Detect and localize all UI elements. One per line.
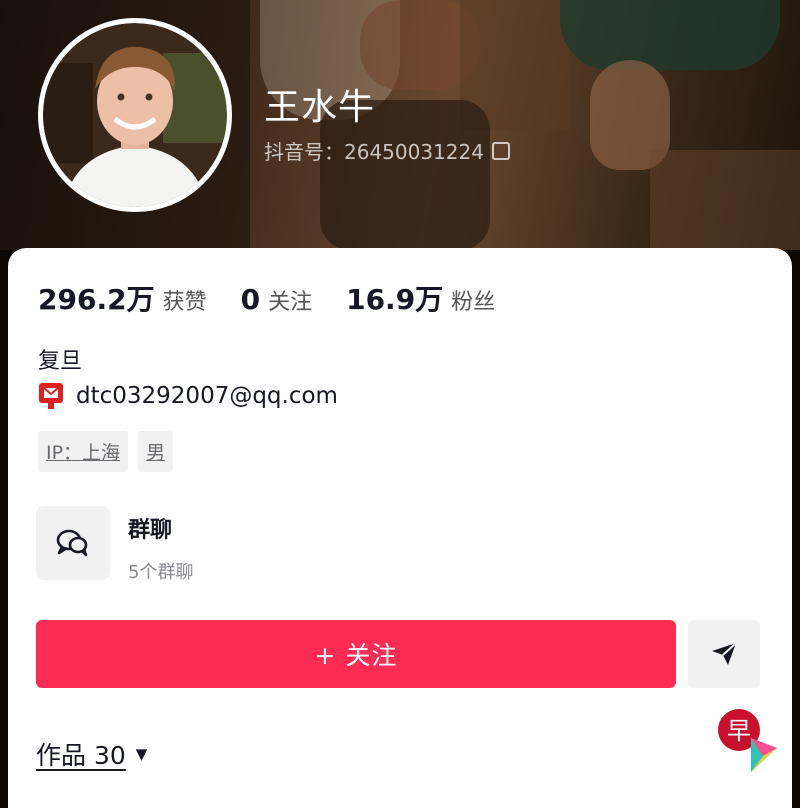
chat-bubbles-icon xyxy=(36,506,110,580)
stat-following[interactable]: 0 关注 xyxy=(241,283,313,316)
profile-tags: IP：上海 男 xyxy=(38,431,183,472)
follow-button[interactable]: + 关注 xyxy=(36,620,676,688)
stat-following-value: 0 xyxy=(240,283,261,316)
douyin-id[interactable]: 抖音号：26450031224 xyxy=(264,136,510,165)
profile-card: 296.2万 获赞 0 关注 16.9万 粉丝 复旦 dtc03292007@q… xyxy=(8,248,792,808)
tab-works[interactable]: 作品 30 ▼ xyxy=(36,736,147,772)
tag-ip-location[interactable]: IP：上海 xyxy=(38,431,129,472)
stat-likes-label: 获赞 xyxy=(162,290,207,315)
stat-likes-value: 296.2万 xyxy=(38,283,155,316)
tab-works-label: 作品 30 xyxy=(36,741,126,770)
stat-likes[interactable]: 296.2万 获赞 xyxy=(38,278,207,318)
bio-email: dtc03292007@qq.com xyxy=(76,383,338,409)
watermark-logo: 早 xyxy=(718,709,777,772)
caret-down-icon: ▼ xyxy=(135,745,148,763)
bio-email-row: dtc03292007@qq.com xyxy=(38,382,338,410)
group-chat-title: 群聊 xyxy=(128,518,173,543)
douyin-id-text: 抖音号：26450031224 xyxy=(264,140,484,164)
profile-name: 王水牛 xyxy=(264,87,376,128)
tag-gender[interactable]: 男 xyxy=(138,431,174,472)
copy-icon[interactable] xyxy=(491,142,510,160)
send-message-button[interactable] xyxy=(688,620,760,688)
bio-school: 复旦 xyxy=(38,349,83,374)
group-chat-entry[interactable]: 群聊 5个群聊 xyxy=(36,506,193,584)
stats-row: 296.2万 获赞 0 关注 16.9万 粉丝 xyxy=(38,278,529,318)
stat-following-label: 关注 xyxy=(268,290,313,315)
watermark-char: 早 xyxy=(727,717,751,745)
avatar[interactable] xyxy=(38,18,232,212)
stat-followers-label: 粉丝 xyxy=(451,290,496,315)
stat-followers-value: 16.9万 xyxy=(346,283,444,316)
group-chat-count: 5个群聊 xyxy=(128,562,194,583)
mail-badge-icon xyxy=(39,383,63,409)
send-icon xyxy=(712,642,737,665)
stat-followers[interactable]: 16.9万 粉丝 xyxy=(346,278,495,318)
